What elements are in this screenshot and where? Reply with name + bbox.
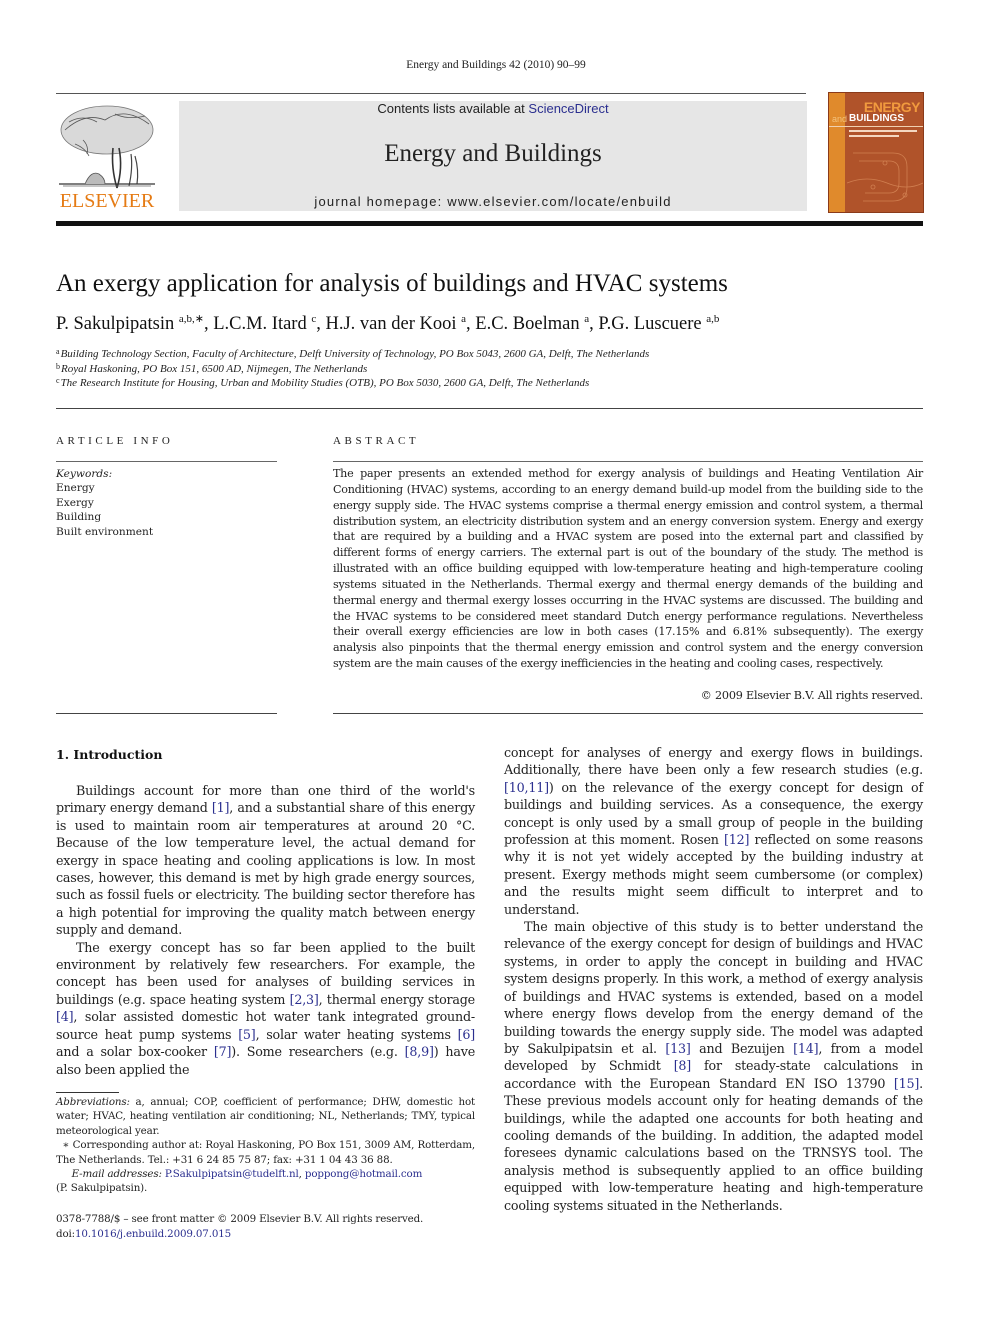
affiliations: aBuilding Technology Section, Faculty of…	[56, 347, 649, 391]
divider	[333, 713, 923, 714]
author[interactable]: P. Sakulpipatsin a,b,∗	[56, 314, 204, 335]
footnotes: Abbreviations: a, annual; COP, coefficie…	[56, 1095, 475, 1196]
elsevier-wordmark: ELSEVIER	[59, 190, 155, 212]
keywords-label: Keywords:	[56, 468, 113, 480]
header-rule	[56, 93, 806, 94]
footnote-emails: E-mail addresses: P.Sakulpipatsin@tudelf…	[71, 1168, 423, 1181]
journal-cover-image[interactable]: ENERGY and BUILDINGS	[828, 92, 924, 213]
paragraph: concept for analyses of energy and exerg…	[504, 745, 923, 917]
author[interactable]: H.J. van der Kooi a	[325, 314, 466, 335]
contents-prefix: Contents lists available at	[377, 101, 529, 116]
citation-link[interactable]: [6]	[458, 1027, 476, 1042]
paragraph: The exergy concept has so far been appli…	[56, 939, 476, 1077]
body-column-right: concept for analyses of energy and exerg…	[504, 744, 923, 1214]
keyword: Exergy	[56, 496, 94, 509]
cover-subtitle-bar	[849, 135, 899, 137]
citation-link[interactable]: [8,9]	[405, 1044, 434, 1059]
running-head: Energy and Buildings 42 (2010) 90–99	[406, 59, 586, 71]
author[interactable]: L.C.M. Itard c	[213, 314, 316, 335]
divider	[56, 461, 277, 462]
abstract-copyright: © 2009 Elsevier B.V. All rights reserved…	[700, 689, 924, 702]
paragraph: The main objective of this study is to b…	[504, 919, 924, 1213]
affiliation: aBuilding Technology Section, Faculty of…	[56, 347, 650, 361]
citation-link[interactable]: [10,11]	[504, 780, 549, 795]
cover-rule	[829, 126, 923, 127]
citation-link[interactable]: [2,3]	[290, 992, 319, 1007]
abstract-text: The paper presents an extended method fo…	[333, 467, 923, 671]
citation-link[interactable]: [15]	[894, 1076, 919, 1091]
cover-graphic-icon	[846, 152, 923, 202]
footnote-corresponding-author: ∗ Corresponding author at: Royal Haskoni…	[56, 1139, 475, 1166]
citation-link[interactable]: [7]	[214, 1044, 232, 1059]
doi-link[interactable]: 10.1016/j.enbuild.2009.07.015	[75, 1228, 231, 1240]
article-info-heading: ARTICLE INFO	[56, 435, 174, 447]
keyword: Built environment	[56, 525, 154, 538]
affiliation: bRoyal Haskoning, PO Box 151, 6500 AD, N…	[56, 361, 368, 375]
divider	[56, 713, 277, 714]
footnote-email-owner: (P. Sakulpipatsin).	[56, 1182, 148, 1195]
keyword: Energy	[56, 482, 95, 495]
paragraph: Buildings account for more than one thir…	[56, 783, 475, 938]
author-list: P. Sakulpipatsin a,b,∗, L.C.M. Itard c, …	[56, 313, 720, 335]
cover-subtitle-bar	[849, 130, 917, 132]
citation-link[interactable]: [12]	[724, 832, 749, 847]
citation-link[interactable]: [4]	[56, 1009, 74, 1024]
author[interactable]: P.G. Luscuere a,b	[598, 314, 719, 335]
doi-line: doi:10.1016/j.enbuild.2009.07.015	[56, 1228, 232, 1240]
cover-title-buildings: BUILDINGS	[849, 113, 904, 124]
citation-link[interactable]: [5]	[238, 1027, 256, 1042]
email-link[interactable]: P.Sakulpipatsin@tudelft.nl	[165, 1168, 299, 1180]
cover-title-and: and	[832, 114, 848, 124]
keyword: Building	[56, 511, 102, 524]
affiliation: cThe Research Institute for Housing, Urb…	[56, 376, 590, 390]
citation-link[interactable]: [14]	[793, 1041, 818, 1056]
body-column-left: Buildings account for more than one thir…	[56, 782, 475, 1078]
section-heading-introduction: 1. Introduction	[56, 747, 163, 762]
contents-line: Contents lists available at ScienceDirec…	[179, 101, 807, 116]
cover-stripe	[829, 93, 845, 212]
divider	[333, 461, 923, 462]
article-title: An exergy application for analysis of bu…	[56, 270, 728, 297]
header-thick-rule	[56, 221, 923, 226]
citation-link[interactable]: [13]	[665, 1041, 690, 1056]
footnote-rule	[56, 1092, 119, 1093]
journal-homepage-link[interactable]: journal homepage: www.elsevier.com/locat…	[179, 194, 807, 209]
issn-line: 0378-7788/$ – see front matter © 2009 El…	[56, 1213, 424, 1225]
citation-link[interactable]: [1]	[212, 800, 230, 815]
sciencedirect-link[interactable]: ScienceDirect	[528, 101, 608, 116]
email-link[interactable]: poppong@hotmail.com	[305, 1168, 422, 1180]
divider	[56, 408, 923, 409]
footnote-abbreviations: Abbreviations: a, annual; COP, coefficie…	[56, 1096, 475, 1137]
author[interactable]: E.C. Boelman a	[475, 314, 589, 335]
citation-link[interactable]: [8]	[674, 1058, 692, 1073]
abstract-heading: ABSTRACT	[333, 435, 420, 447]
journal-name: Energy and Buildings	[384, 140, 602, 167]
issn-doi-block: 0378-7788/$ – see front matter © 2009 El…	[56, 1212, 423, 1242]
keywords-block: Keywords: Energy Exergy Building Built e…	[56, 467, 153, 539]
